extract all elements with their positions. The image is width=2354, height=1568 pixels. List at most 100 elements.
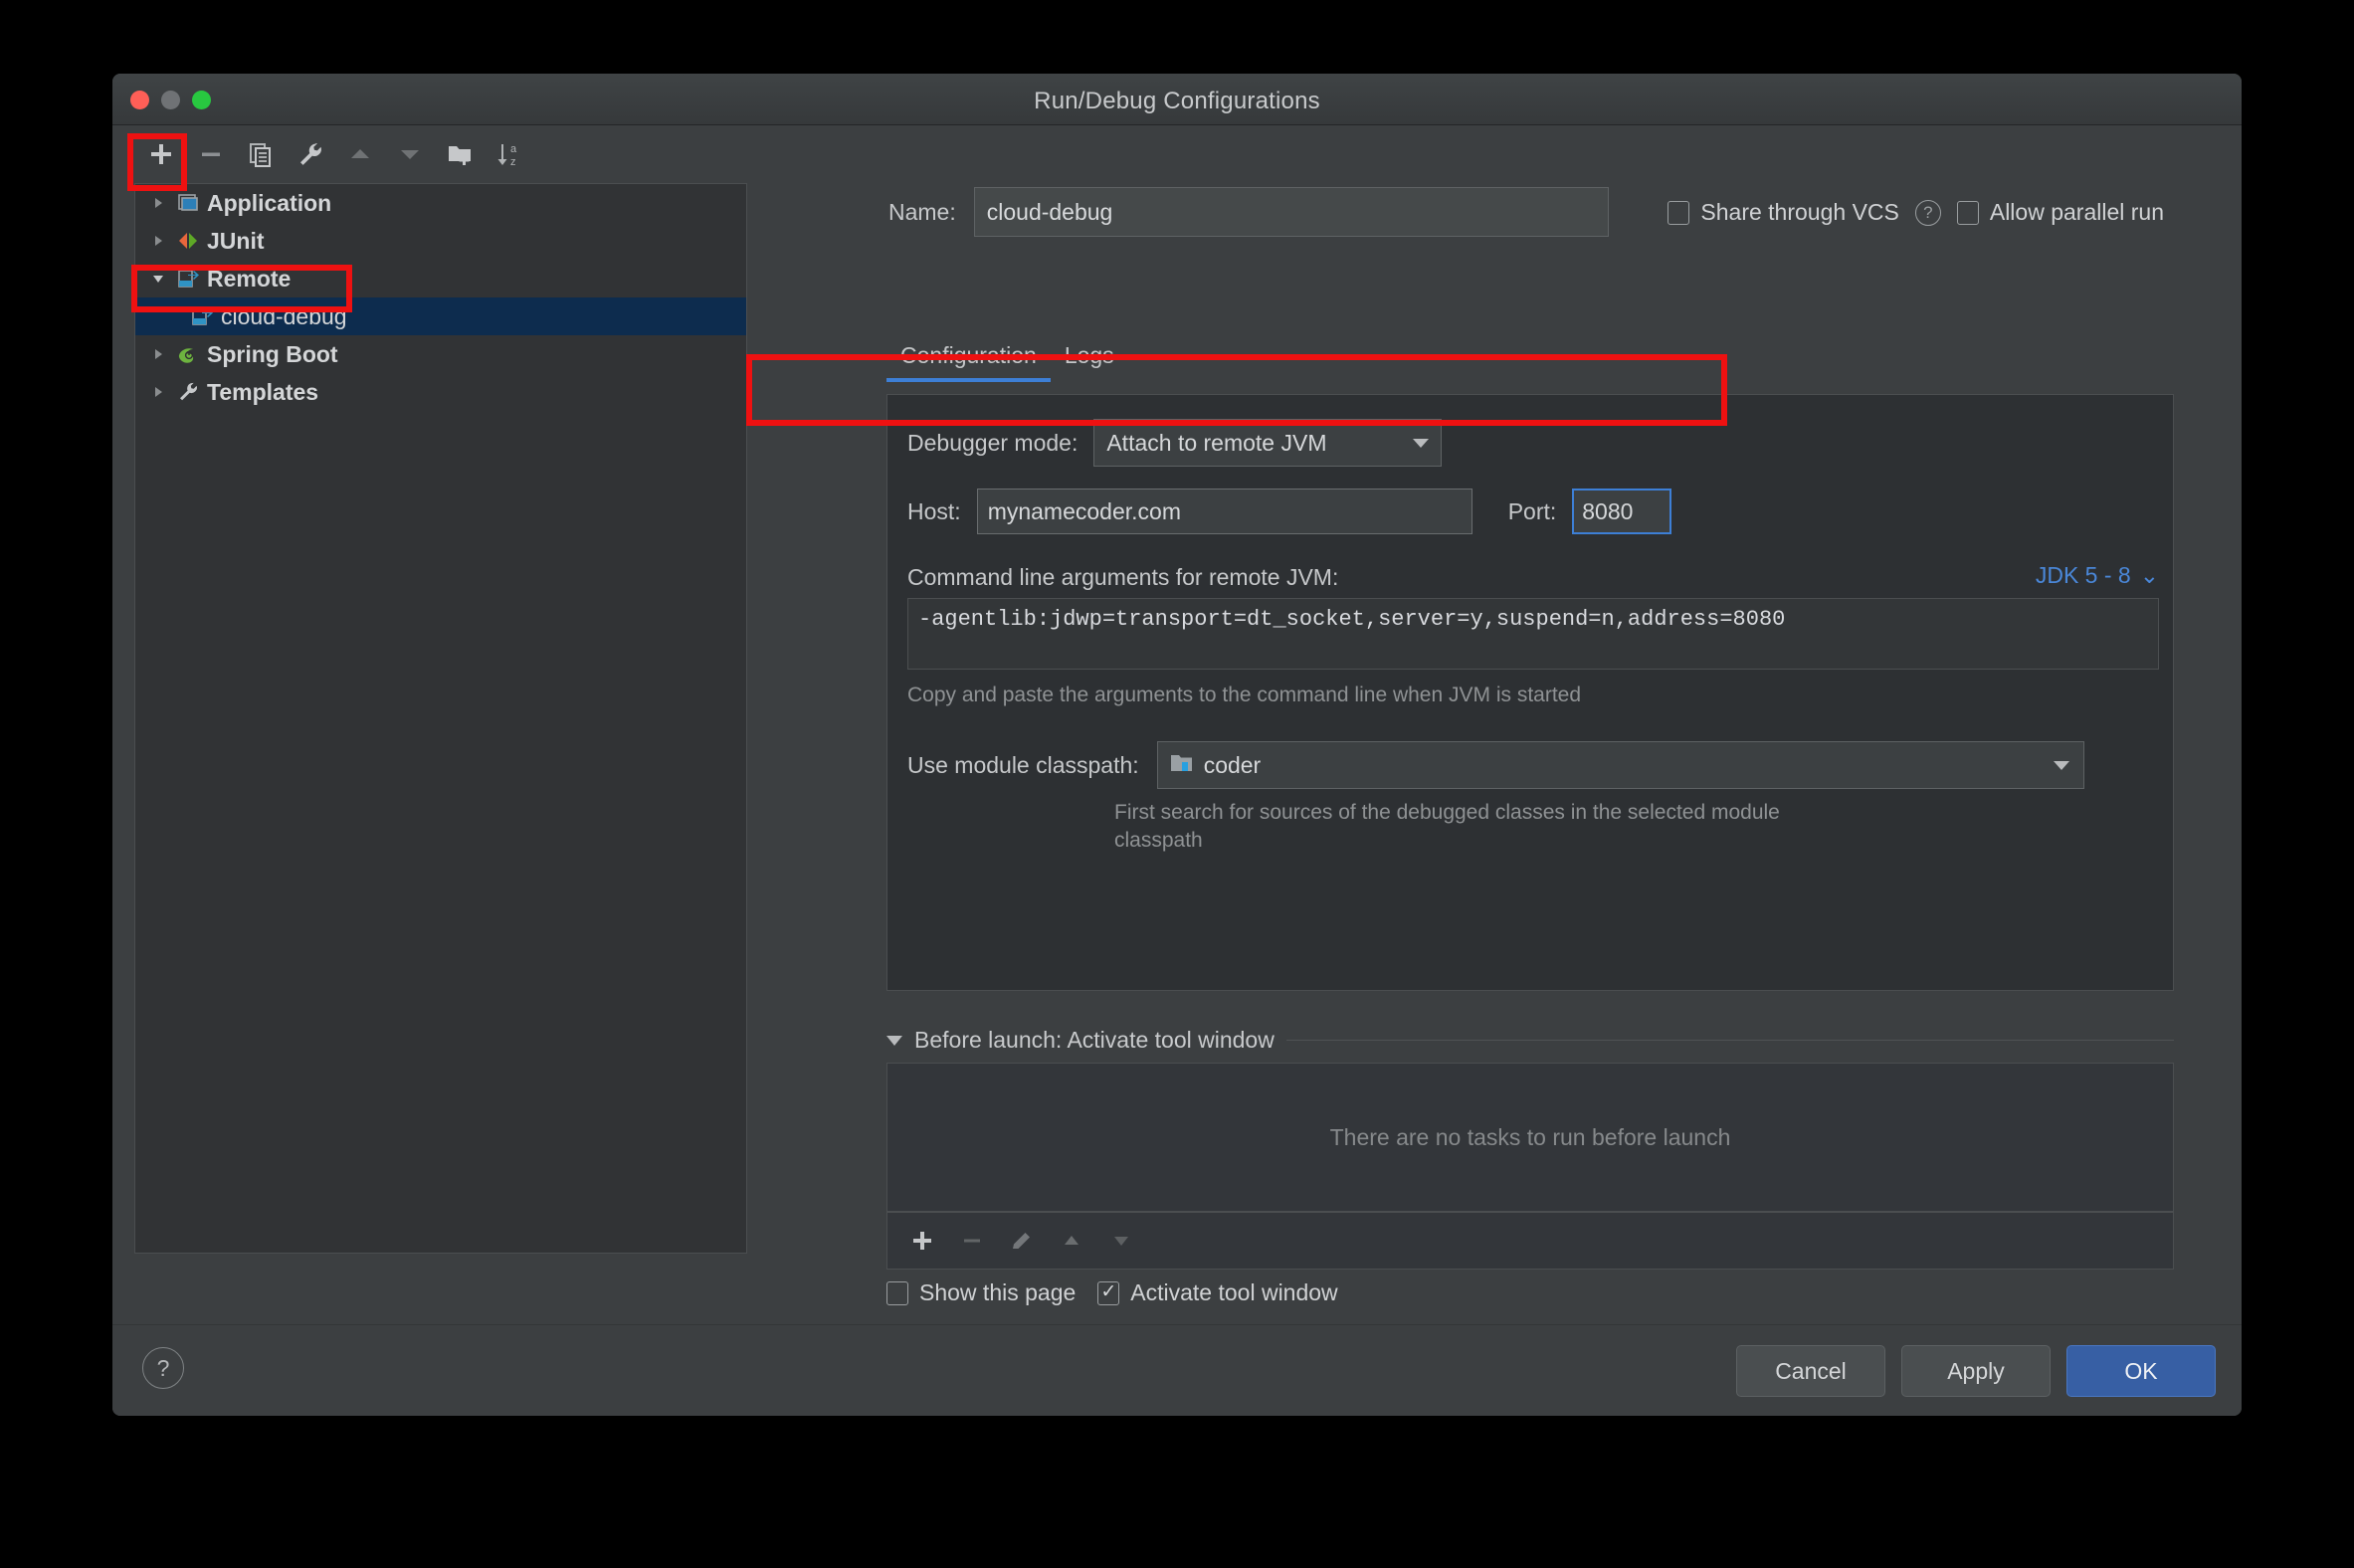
edit-templates-button[interactable]: [286, 131, 335, 177]
dialog-footer: ? Cancel Apply OK: [112, 1324, 2242, 1416]
chevron-right-icon[interactable]: [143, 233, 173, 249]
module-classpath-select[interactable]: coder: [1156, 741, 2084, 789]
debugger-mode-label: Debugger mode:: [907, 429, 1079, 456]
name-input[interactable]: [973, 187, 1609, 237]
remote-icon: [187, 304, 217, 328]
apply-button[interactable]: Apply: [1901, 1345, 2051, 1397]
chevron-down-icon: ⌄: [2139, 562, 2159, 588]
before-launch-empty-message: There are no tasks to run before launch: [1329, 1123, 1731, 1150]
chevron-down-icon: [2053, 760, 2069, 770]
tree-item-junit[interactable]: JUnit: [135, 222, 746, 260]
chevron-right-icon[interactable]: [143, 346, 173, 362]
chevron-right-icon[interactable]: [143, 384, 173, 400]
tab-configuration[interactable]: Configuration: [886, 342, 1051, 382]
remove-task-button[interactable]: [947, 1218, 997, 1264]
chevron-right-icon[interactable]: [143, 195, 173, 211]
move-up-button[interactable]: [335, 131, 385, 177]
activate-tool-window-checkbox[interactable]: Activate tool window: [1097, 1279, 1338, 1306]
jdk-version-selector[interactable]: JDK 5 - 8 ⌄: [2036, 562, 2159, 589]
chevron-down-icon[interactable]: [886, 1035, 902, 1046]
cancel-button[interactable]: Cancel: [1736, 1345, 1885, 1397]
tree-item-label: Remote: [207, 265, 292, 292]
debugger-mode-value: Attach to remote JVM: [1106, 429, 1327, 456]
checkbox-box: [1667, 200, 1690, 225]
footer-buttons: Cancel Apply OK: [1736, 1345, 2216, 1397]
help-icon[interactable]: ?: [1914, 199, 1941, 226]
allow-parallel-run-checkbox[interactable]: Allow parallel run: [1956, 199, 2164, 226]
show-this-page-checkbox[interactable]: Show this page: [886, 1279, 1076, 1306]
module-classpath-label: Use module classpath:: [907, 751, 1139, 778]
checkbox-box: [1097, 1280, 1120, 1305]
host-port-row: Host: Port:: [907, 489, 1672, 534]
svg-text:a: a: [510, 143, 517, 155]
share-through-vcs-checkbox[interactable]: Share through VCS: [1667, 199, 1899, 226]
configurations-pane: a z Application JUnit Remote cloud-debug…: [130, 125, 767, 1374]
move-down-button[interactable]: [385, 131, 435, 177]
editor-tabs: Configuration Logs: [886, 342, 1128, 382]
svg-text:z: z: [510, 156, 516, 168]
configuration-panel: Debugger mode: Attach to remote JVM Host…: [886, 394, 2174, 991]
tree-item-cloud-debug[interactable]: cloud-debug: [135, 297, 746, 335]
command-line-hint: Copy and paste the arguments to the comm…: [907, 684, 1582, 706]
before-launch-task-list[interactable]: There are no tasks to run before launch: [886, 1063, 2174, 1212]
module-classpath-hint: First search for sources of the debugged…: [1114, 801, 1780, 853]
move-task-up-button[interactable]: [1047, 1218, 1096, 1264]
tree-item-spring-boot[interactable]: Spring Boot: [135, 335, 746, 373]
move-into-folder-button[interactable]: [435, 131, 485, 177]
tree-item-label: Spring Boot: [207, 340, 338, 367]
configuration-editor-pane: Name: Share through VCS ? Allow parallel…: [809, 125, 2242, 1416]
junit-icon: [173, 229, 203, 253]
debugger-mode-row: Debugger mode: Attach to remote JVM: [907, 419, 1443, 467]
tree-item-templates[interactable]: Templates: [135, 373, 746, 411]
add-task-button[interactable]: [897, 1218, 947, 1264]
tree-item-remote[interactable]: Remote: [135, 260, 746, 297]
command-line-arguments-label: Command line arguments for remote JVM:: [907, 564, 1339, 590]
checkbox-box: [1956, 200, 1979, 225]
checkbox-box: [886, 1280, 908, 1305]
remove-configuration-button[interactable]: [186, 131, 236, 177]
port-input[interactable]: [1572, 489, 1672, 534]
host-input[interactable]: [976, 489, 1472, 534]
remote-icon: [173, 267, 203, 291]
move-task-down-button[interactable]: [1096, 1218, 1146, 1264]
bottom-checkboxes: Show this page Activate tool window: [886, 1279, 1338, 1306]
ok-button[interactable]: OK: [2066, 1345, 2216, 1397]
module-icon: [1170, 752, 1194, 779]
command-line-arguments-field[interactable]: -agentlib:jdwp=transport=dt_socket,serve…: [907, 598, 2159, 670]
spring-boot-icon: [173, 342, 203, 366]
before-launch-header: Before launch: Activate tool window: [886, 1027, 2174, 1054]
show-this-page-label: Show this page: [919, 1279, 1077, 1305]
before-launch-title: Before launch: Activate tool window: [914, 1027, 1275, 1053]
port-label: Port:: [1507, 497, 1557, 524]
edit-task-button[interactable]: [997, 1218, 1047, 1264]
host-label: Host:: [907, 497, 961, 524]
dialog-body: a z Application JUnit Remote cloud-debug…: [112, 125, 2242, 1416]
tree-item-label: Application: [207, 189, 332, 216]
debugger-mode-select[interactable]: Attach to remote JVM: [1093, 419, 1443, 467]
activate-tool-window-label: Activate tool window: [1130, 1279, 1338, 1305]
application-icon: [173, 191, 203, 215]
chevron-down-icon: [1413, 438, 1430, 448]
jdk-version-label: JDK 5 - 8: [2035, 562, 2131, 588]
tree-item-application[interactable]: Application: [135, 184, 746, 222]
share-through-vcs-label: Share through VCS: [1700, 199, 1899, 225]
sort-configurations-button[interactable]: a z: [485, 131, 534, 177]
tree-toolbar: a z: [130, 125, 767, 183]
configurations-tree[interactable]: Application JUnit Remote cloud-debug Spr…: [134, 183, 747, 1254]
tab-logs[interactable]: Logs: [1051, 342, 1128, 382]
help-icon[interactable]: ?: [142, 1347, 184, 1389]
name-row: Name:: [888, 187, 1609, 237]
title-bar: Run/Debug Configurations: [112, 74, 2242, 125]
chevron-down-icon[interactable]: [143, 271, 173, 287]
name-label: Name:: [888, 198, 956, 225]
wrench-icon: [173, 380, 203, 404]
window-title: Run/Debug Configurations: [1034, 88, 1320, 114]
add-configuration-button[interactable]: [136, 131, 186, 177]
tree-item-label: JUnit: [207, 227, 265, 254]
run-debug-configurations-dialog: Run/Debug Configurations a z Application…: [112, 74, 2242, 1416]
tree-item-label: cloud-debug: [221, 302, 347, 329]
tree-item-label: Templates: [207, 378, 319, 405]
before-launch-toolbar: [886, 1212, 2174, 1270]
allow-parallel-run-label: Allow parallel run: [1989, 199, 2164, 225]
copy-configuration-button[interactable]: [236, 131, 286, 177]
